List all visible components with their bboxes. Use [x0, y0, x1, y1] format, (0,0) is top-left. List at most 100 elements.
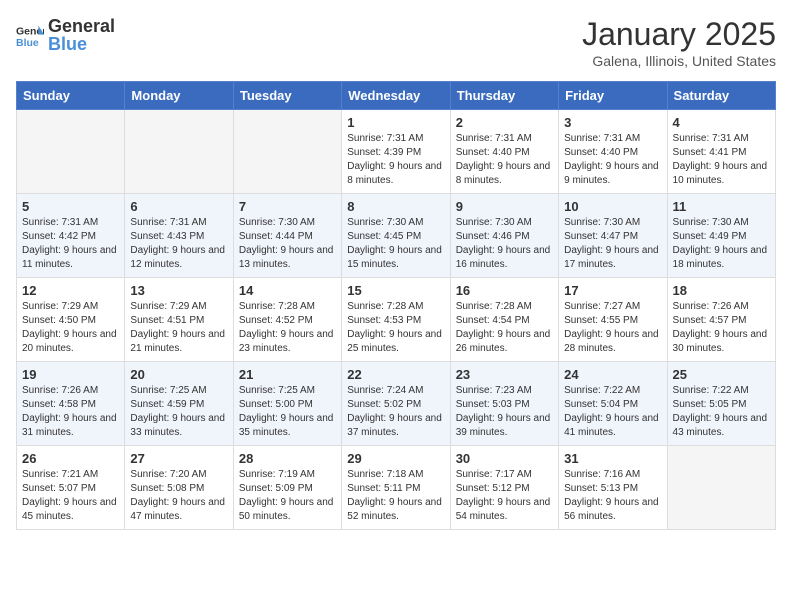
calendar-day-cell: 16Sunrise: 7:28 AM Sunset: 4:54 PM Dayli… [450, 278, 558, 362]
day-info: Sunrise: 7:28 AM Sunset: 4:53 PM Dayligh… [347, 300, 444, 356]
day-number: 10 [564, 199, 661, 214]
day-info: Sunrise: 7:30 AM Sunset: 4:47 PM Dayligh… [564, 216, 661, 272]
calendar-day-cell: 7 Sunrise: 7:30 AM Sunset: 4:44 PM Daylig… [233, 194, 341, 278]
calendar-day-cell: 17 Sunrise: 7:27 AM Sunset: 4:55 PM Dayli… [559, 278, 667, 362]
day-info: Sunrise: 7:31 AM Sunset: 4:41 PM Dayligh… [673, 132, 770, 188]
day-number: 14 [239, 283, 336, 298]
calendar-day-cell: 3Sunrise: 7:31 AM Sunset: 4:40 PM Daylig… [559, 110, 667, 194]
calendar-day-cell: 30 Sunrise: 7:17 AM Sunset: 5:12 PM Dayli… [450, 446, 558, 530]
day-info: Sunrise: 7:22 AM Sunset: 5:05 PM Dayligh… [673, 384, 770, 440]
day-number: 29 [347, 451, 444, 466]
day-info: Sunrise: 7:23 AM Sunset: 5:03 PM Dayligh… [456, 384, 553, 440]
weekday-header: Sunday [17, 82, 125, 110]
calendar-day-cell: 31 Sunrise: 7:16 AM Sunset: 5:13 PM Dayli… [559, 446, 667, 530]
month-title: January 2025 [582, 16, 776, 53]
day-number: 28 [239, 451, 336, 466]
calendar-day-cell: 9 Sunrise: 7:30 AM Sunset: 4:46 PM Daylig… [450, 194, 558, 278]
calendar-day-cell: 24 Sunrise: 7:22 AM Sunset: 5:04 PM Dayli… [559, 362, 667, 446]
day-info: Sunrise: 7:29 AM Sunset: 4:51 PM Dayligh… [130, 300, 227, 356]
calendar-day-cell: 26 Sunrise: 7:21 AM Sunset: 5:07 PM Dayli… [17, 446, 125, 530]
logo: General Blue General Blue [16, 16, 115, 55]
calendar-day-cell: 4 Sunrise: 7:31 AM Sunset: 4:41 PM Daylig… [667, 110, 775, 194]
day-number: 24 [564, 367, 661, 382]
day-info: Sunrise: 7:31 AM Sunset: 4:43 PM Dayligh… [130, 216, 227, 272]
calendar-day-cell: 25 Sunrise: 7:22 AM Sunset: 5:05 PM Dayli… [667, 362, 775, 446]
calendar-week-row: 5 Sunrise: 7:31 AM Sunset: 4:42 PM Daylig… [17, 194, 776, 278]
day-number: 15 [347, 283, 444, 298]
calendar-day-cell: 10 Sunrise: 7:30 AM Sunset: 4:47 PM Dayli… [559, 194, 667, 278]
day-info: Sunrise: 7:21 AM Sunset: 5:07 PM Dayligh… [22, 468, 119, 524]
day-info: Sunrise: 7:30 AM Sunset: 4:45 PM Dayligh… [347, 216, 444, 272]
day-number: 20 [130, 367, 227, 382]
calendar-day-cell: 19Sunrise: 7:26 AM Sunset: 4:58 PM Dayli… [17, 362, 125, 446]
day-number: 23 [456, 367, 553, 382]
calendar-day-cell: 6 Sunrise: 7:31 AM Sunset: 4:43 PM Daylig… [125, 194, 233, 278]
day-info: Sunrise: 7:26 AM Sunset: 4:57 PM Dayligh… [673, 300, 770, 356]
day-info: Sunrise: 7:28 AM Sunset: 4:54 PM Dayligh… [456, 300, 553, 356]
day-info: Sunrise: 7:30 AM Sunset: 4:46 PM Dayligh… [456, 216, 553, 272]
day-number: 2 [456, 115, 553, 130]
title-block: January 2025 Galena, Illinois, United St… [582, 16, 776, 69]
day-info: Sunrise: 7:17 AM Sunset: 5:12 PM Dayligh… [456, 468, 553, 524]
calendar-day-cell: 13 Sunrise: 7:29 AM Sunset: 4:51 PM Dayli… [125, 278, 233, 362]
day-info: Sunrise: 7:27 AM Sunset: 4:55 PM Dayligh… [564, 300, 661, 356]
calendar-day-cell: 29 Sunrise: 7:18 AM Sunset: 5:11 PM Dayli… [342, 446, 450, 530]
calendar-day-cell [667, 446, 775, 530]
day-info: Sunrise: 7:30 AM Sunset: 4:44 PM Dayligh… [239, 216, 336, 272]
calendar-day-cell: 28 Sunrise: 7:19 AM Sunset: 5:09 PM Dayli… [233, 446, 341, 530]
day-info: Sunrise: 7:31 AM Sunset: 4:42 PM Dayligh… [22, 216, 119, 272]
day-info: Sunrise: 7:28 AM Sunset: 4:52 PM Dayligh… [239, 300, 336, 356]
svg-text:Blue: Blue [16, 36, 39, 48]
day-number: 7 [239, 199, 336, 214]
calendar-week-row: 19Sunrise: 7:26 AM Sunset: 4:58 PM Dayli… [17, 362, 776, 446]
calendar-day-cell: 18 Sunrise: 7:26 AM Sunset: 4:57 PM Dayli… [667, 278, 775, 362]
day-info: Sunrise: 7:25 AM Sunset: 5:00 PM Dayligh… [239, 384, 336, 440]
day-info: Sunrise: 7:24 AM Sunset: 5:02 PM Dayligh… [347, 384, 444, 440]
calendar-day-cell: 23 Sunrise: 7:23 AM Sunset: 5:03 PM Dayli… [450, 362, 558, 446]
day-info: Sunrise: 7:29 AM Sunset: 4:50 PM Dayligh… [22, 300, 119, 356]
day-number: 11 [673, 199, 770, 214]
day-info: Sunrise: 7:19 AM Sunset: 5:09 PM Dayligh… [239, 468, 336, 524]
day-info: Sunrise: 7:20 AM Sunset: 5:08 PM Dayligh… [130, 468, 227, 524]
calendar-day-cell: 20 Sunrise: 7:25 AM Sunset: 4:59 PM Dayli… [125, 362, 233, 446]
weekday-header: Friday [559, 82, 667, 110]
day-info: Sunrise: 7:16 AM Sunset: 5:13 PM Dayligh… [564, 468, 661, 524]
day-number: 3 [564, 115, 661, 130]
day-number: 9 [456, 199, 553, 214]
weekday-header: Tuesday [233, 82, 341, 110]
location: Galena, Illinois, United States [582, 53, 776, 69]
calendar-week-row: 12 Sunrise: 7:29 AM Sunset: 4:50 PM Dayli… [17, 278, 776, 362]
logo-icon: General Blue [16, 22, 44, 50]
calendar-day-cell: 8 Sunrise: 7:30 AM Sunset: 4:45 PM Daylig… [342, 194, 450, 278]
day-info: Sunrise: 7:25 AM Sunset: 4:59 PM Dayligh… [130, 384, 227, 440]
weekday-header: Wednesday [342, 82, 450, 110]
calendar-day-cell: 2Sunrise: 7:31 AM Sunset: 4:40 PM Daylig… [450, 110, 558, 194]
calendar-day-cell: 5 Sunrise: 7:31 AM Sunset: 4:42 PM Daylig… [17, 194, 125, 278]
day-info: Sunrise: 7:26 AM Sunset: 4:58 PM Dayligh… [22, 384, 119, 440]
day-number: 8 [347, 199, 444, 214]
weekday-header: Thursday [450, 82, 558, 110]
day-number: 12 [22, 283, 119, 298]
day-number: 13 [130, 283, 227, 298]
day-number: 5 [22, 199, 119, 214]
day-number: 31 [564, 451, 661, 466]
logo-blue-text: Blue [48, 34, 115, 56]
calendar-table: SundayMondayTuesdayWednesdayThursdayFrid… [16, 81, 776, 530]
day-info: Sunrise: 7:31 AM Sunset: 4:39 PM Dayligh… [347, 132, 444, 188]
day-number: 27 [130, 451, 227, 466]
weekday-header: Saturday [667, 82, 775, 110]
day-number: 4 [673, 115, 770, 130]
calendar-day-cell: 21 Sunrise: 7:25 AM Sunset: 5:00 PM Dayli… [233, 362, 341, 446]
day-number: 26 [22, 451, 119, 466]
calendar-week-row: 1Sunrise: 7:31 AM Sunset: 4:39 PM Daylig… [17, 110, 776, 194]
day-number: 17 [564, 283, 661, 298]
day-number: 25 [673, 367, 770, 382]
calendar-day-cell: 11Sunrise: 7:30 AM Sunset: 4:49 PM Dayli… [667, 194, 775, 278]
day-info: Sunrise: 7:18 AM Sunset: 5:11 PM Dayligh… [347, 468, 444, 524]
day-number: 6 [130, 199, 227, 214]
day-number: 21 [239, 367, 336, 382]
day-info: Sunrise: 7:22 AM Sunset: 5:04 PM Dayligh… [564, 384, 661, 440]
calendar-day-cell: 12 Sunrise: 7:29 AM Sunset: 4:50 PM Dayli… [17, 278, 125, 362]
day-number: 30 [456, 451, 553, 466]
day-number: 18 [673, 283, 770, 298]
